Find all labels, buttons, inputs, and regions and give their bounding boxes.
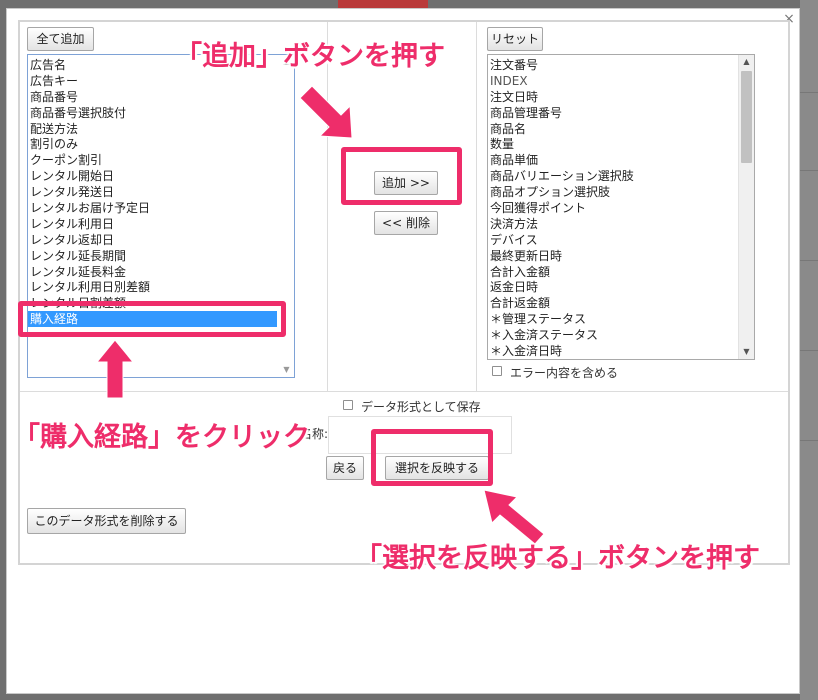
csv-column-dialog: × 全て追加 広告名 広告キー 商品番号 商品番号選択肢付 配送方法 割引のみ クーポン割引… <box>6 8 800 694</box>
available-column-item[interactable]: クーポン割引 <box>28 152 294 168</box>
delete-format-button[interactable]: このデータ形式を削除する <box>27 508 186 534</box>
scroll-down-icon[interactable]: ▼ <box>739 345 754 359</box>
background-divider <box>800 92 818 93</box>
list-scrollbar[interactable]: ▲ ▼ <box>738 55 754 359</box>
background-divider <box>800 440 818 441</box>
available-column-item[interactable]: レンタル返却日 <box>28 232 294 248</box>
back-button[interactable]: 戻る <box>326 456 364 480</box>
selected-column-item[interactable]: 決済方法 <box>488 216 754 232</box>
save-format-checkbox[interactable] <box>343 400 353 410</box>
selected-column-item[interactable]: ＊管理ステータス <box>488 311 754 327</box>
selected-column-item[interactable]: 返金日時 <box>488 279 754 295</box>
selected-column-item[interactable]: 商品名 <box>488 121 754 137</box>
selected-column-item[interactable]: 合計入金額 <box>488 264 754 280</box>
selected-column-item[interactable]: 商品バリエーション選択肢 <box>488 168 754 184</box>
available-column-item[interactable]: レンタルお届け予定日 <box>28 200 294 216</box>
available-column-item[interactable]: レンタル利用日別差額 <box>28 279 294 295</box>
background-divider <box>800 350 818 351</box>
selected-column-item[interactable]: 数量 <box>488 136 754 152</box>
selected-column-item[interactable]: ＊入金済ステータス <box>488 327 754 343</box>
press-add-annotation: 「追加」ボタンを押す <box>175 41 445 72</box>
scroll-down-icon[interactable]: ▼ <box>279 363 294 377</box>
add-all-button[interactable]: 全て追加 <box>27 27 94 51</box>
selected-column-item[interactable]: 最終更新日時 <box>488 248 754 264</box>
click-route-annotation: 「購入経路」をクリック <box>13 422 310 453</box>
selected-column-item[interactable]: 合計返金額 <box>488 295 754 311</box>
scroll-up-icon[interactable]: ▲ <box>739 55 754 69</box>
include-errors-label: エラー内容を含める <box>510 366 619 380</box>
available-column-item[interactable]: レンタル開始日 <box>28 168 294 184</box>
available-column-item[interactable]: レンタル延長期間 <box>28 248 294 264</box>
footer-divider <box>20 391 788 392</box>
selected-column-item[interactable]: 商品単価 <box>488 152 754 168</box>
panel-divider <box>476 22 477 391</box>
background-divider <box>800 170 818 171</box>
selected-column-item[interactable]: ＊入金済日時 <box>488 343 754 359</box>
selected-column-item[interactable]: INDEX <box>488 73 754 89</box>
remove-button[interactable]: << 削除 <box>374 211 438 235</box>
selected-columns-list[interactable]: 注文番号 INDEX 注文日時 商品管理番号 商品名 数量 商品単価 商品バリエーション選択肢… <box>487 54 755 360</box>
background-header-bar <box>338 0 428 8</box>
press-apply-annotation: 「選択を反映する」ボタンを押す <box>355 543 760 574</box>
selected-column-item[interactable]: 商品オプション選択肢 <box>488 184 754 200</box>
available-column-item[interactable]: 配送方法 <box>28 121 294 137</box>
route-item-highlight <box>18 301 286 337</box>
selected-column-item[interactable]: 今回獲得ポイント <box>488 200 754 216</box>
available-column-item[interactable]: レンタル利用日 <box>28 216 294 232</box>
available-column-item[interactable]: 割引のみ <box>28 136 294 152</box>
available-column-item[interactable]: レンタル発送日 <box>28 184 294 200</box>
available-column-item[interactable]: 広告キー <box>28 73 294 89</box>
available-column-item[interactable]: 商品番号選択肢付 <box>28 105 294 121</box>
selected-column-item[interactable]: 注文日時 <box>488 89 754 105</box>
apply-button-highlight <box>371 429 493 486</box>
panel-divider <box>327 22 328 391</box>
scroll-thumb[interactable] <box>741 71 752 163</box>
include-errors-checkbox[interactable] <box>492 366 502 376</box>
available-column-item[interactable]: レンタル延長料金 <box>28 264 294 280</box>
selected-column-item[interactable]: 商品管理番号 <box>488 105 754 121</box>
available-column-item[interactable]: 商品番号 <box>28 89 294 105</box>
background-divider <box>800 260 818 261</box>
selected-column-item[interactable]: 注文番号 <box>488 57 754 73</box>
selected-column-item[interactable]: デバイス <box>488 232 754 248</box>
reset-button[interactable]: リセット <box>487 27 543 51</box>
add-button-highlight <box>341 147 462 205</box>
save-format-label: データ形式として保存 <box>361 400 481 414</box>
